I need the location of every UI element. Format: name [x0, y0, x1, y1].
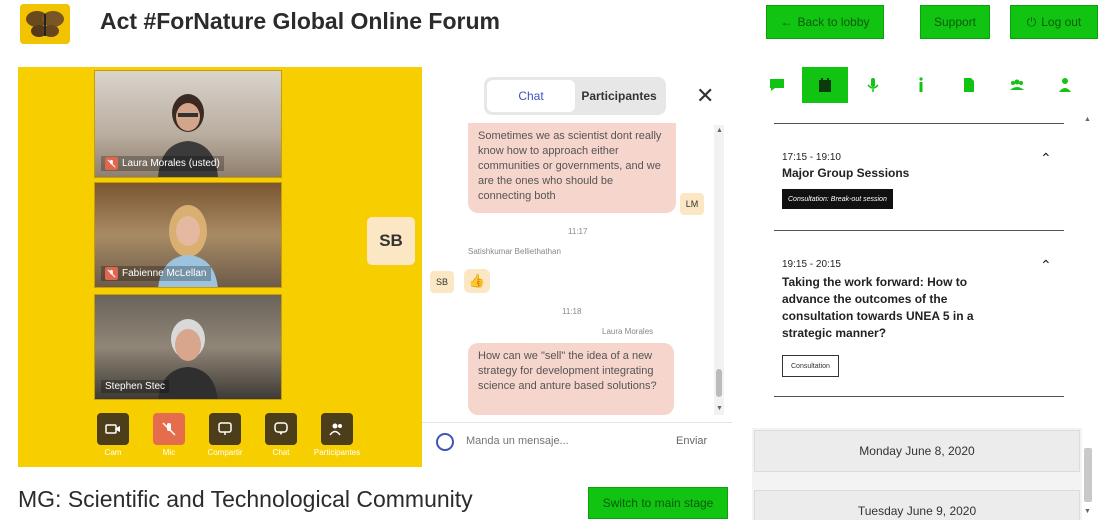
chat-scrollbar[interactable]: ▲ ▼	[714, 125, 724, 415]
message-timestamp: 11:18	[562, 307, 582, 316]
divider	[774, 396, 1064, 397]
camera-label: Cam	[104, 448, 122, 457]
camera-control[interactable]: Cam	[86, 413, 140, 457]
active-speaker-avatar: SB	[367, 217, 415, 265]
mic-muted-icon[interactable]	[153, 413, 185, 445]
mic-label: Mic	[162, 448, 176, 457]
participant-name: Fabienne McLellan	[122, 268, 207, 279]
power-icon: ⏻	[1026, 14, 1037, 29]
chevron-up-icon[interactable]: ⌃	[1040, 257, 1052, 274]
mic-muted-icon	[105, 157, 118, 170]
switch-label: Switch to main stage	[602, 496, 714, 510]
agenda-panel: 17:15 - 19:10 Major Group Sessions ⌃ Con…	[752, 60, 1094, 520]
chat-messages: Sometimes we as scientist dont really kn…	[422, 123, 732, 415]
emoji-icon[interactable]	[436, 433, 454, 451]
mic-muted-icon	[105, 267, 118, 280]
scroll-thumb[interactable]	[1084, 448, 1092, 502]
chat-message: Sometimes we as scientist dont really kn…	[468, 123, 676, 213]
session-tag: Consultation: Break-out session	[782, 189, 893, 209]
message-sender: Satishkumar Belliethathan	[468, 247, 561, 256]
chat-panel: Chat Participantes ✕ Sometimes we as sci…	[422, 67, 732, 467]
calendar-icon[interactable]	[802, 67, 848, 103]
agenda-scrollbar[interactable]: ▲ ▼	[1082, 112, 1094, 520]
participant-name-tag: Stephen Stec	[101, 380, 170, 393]
scroll-down-icon[interactable]: ▼	[716, 405, 723, 412]
microphone-icon[interactable]	[850, 67, 896, 103]
share-control[interactable]: Compartir	[198, 413, 252, 457]
session-title: Major Group Sessions	[782, 166, 910, 180]
send-button[interactable]: Enviar	[676, 435, 707, 447]
panel-icon-bar	[752, 60, 1094, 110]
chat-bubble-icon[interactable]	[754, 67, 800, 103]
back-to-lobby-button[interactable]: ← Back to lobby	[766, 5, 884, 39]
message-sender: Laura Morales	[602, 327, 654, 336]
participant-tile[interactable]: Laura Morales (usted)	[94, 70, 282, 178]
info-icon[interactable]	[898, 67, 944, 103]
logout-label: Log out	[1041, 15, 1082, 29]
tab-chat[interactable]: Chat	[487, 80, 575, 112]
participant-name-tag: Laura Morales (usted)	[101, 156, 224, 171]
people-icon[interactable]	[321, 413, 353, 445]
participants-label: Participantes	[313, 448, 361, 457]
thumbs-up-icon: 👍	[464, 269, 490, 293]
divider	[774, 123, 1064, 124]
close-icon[interactable]: ✕	[696, 83, 714, 109]
chat-input-row: Enviar	[422, 422, 732, 462]
document-icon[interactable]	[946, 67, 992, 103]
participant-tile[interactable]: Fabienne McLellan	[94, 182, 282, 288]
participant-name: Laura Morales (usted)	[122, 158, 220, 169]
sender-avatar: SB	[430, 271, 454, 293]
chat-label: Chat	[272, 448, 290, 457]
chat-message: How can we "sell" the idea of a new stra…	[468, 343, 674, 415]
app-root: Act #ForNature Global Online Forum ← Bac…	[0, 0, 1110, 520]
forum-logo	[20, 4, 70, 44]
arrow-left-icon: ←	[780, 15, 793, 29]
chat-control[interactable]: Chat	[254, 413, 308, 457]
day-header[interactable]: Monday June 8, 2020	[754, 430, 1080, 472]
camera-icon[interactable]	[97, 413, 129, 445]
share-label: Compartir	[207, 448, 243, 457]
tab-participants[interactable]: Participantes	[575, 80, 663, 112]
back-to-lobby-label: Back to lobby	[797, 15, 870, 29]
schedule-list: 17:15 - 19:10 Major Group Sessions ⌃ Con…	[752, 112, 1082, 520]
page-title: Act #ForNature Global Online Forum	[100, 8, 500, 34]
logout-button[interactable]: ⏻ Log out	[1010, 5, 1098, 39]
participants-control[interactable]: Participantes	[310, 413, 364, 457]
call-controls: Cam Mic Compartir Chat Participantes	[86, 413, 364, 457]
support-label: Support	[933, 15, 977, 29]
scroll-down-icon[interactable]: ▼	[1084, 508, 1091, 515]
scroll-thumb[interactable]	[716, 369, 722, 397]
day-header[interactable]: Tuesday June 9, 2020	[754, 490, 1080, 520]
message-timestamp: 11:17	[568, 227, 588, 236]
video-area: Laura Morales (usted) Fabienne McLellan	[18, 67, 422, 467]
butterfly-icon	[20, 4, 70, 44]
participant-name: Stephen Stec	[105, 381, 166, 392]
scroll-up-icon[interactable]: ▲	[716, 127, 723, 134]
participant-name-tag: Fabienne McLellan	[101, 266, 211, 281]
support-button[interactable]: Support	[920, 5, 990, 39]
scroll-up-icon[interactable]: ▲	[1084, 116, 1091, 123]
session-title: Taking the work forward: How to advance …	[782, 275, 974, 340]
stage-title: MG: Scientific and Technological Communi…	[18, 486, 473, 512]
mic-control[interactable]: Mic	[142, 413, 196, 457]
session-card-list: 17:15 - 19:10 Major Group Sessions ⌃ Con…	[752, 112, 1082, 428]
message-input[interactable]	[466, 435, 646, 447]
user-icon[interactable]	[1042, 67, 1088, 103]
divider	[774, 230, 1064, 231]
chat-tab-switch: Chat Participantes	[484, 77, 666, 115]
session-time: 17:15 - 19:10	[782, 152, 841, 163]
chevron-up-icon[interactable]: ⌃	[1040, 150, 1052, 167]
screen-share-icon[interactable]	[209, 413, 241, 445]
chat-icon[interactable]	[265, 413, 297, 445]
session-tag: Consultation	[782, 355, 839, 377]
users-group-icon[interactable]	[994, 67, 1040, 103]
participant-tile[interactable]: Stephen Stec	[94, 294, 282, 400]
switch-to-main-stage-button[interactable]: Switch to main stage	[588, 487, 728, 519]
sender-avatar: LM	[680, 193, 704, 215]
session-time: 19:15 - 20:15	[782, 259, 841, 270]
